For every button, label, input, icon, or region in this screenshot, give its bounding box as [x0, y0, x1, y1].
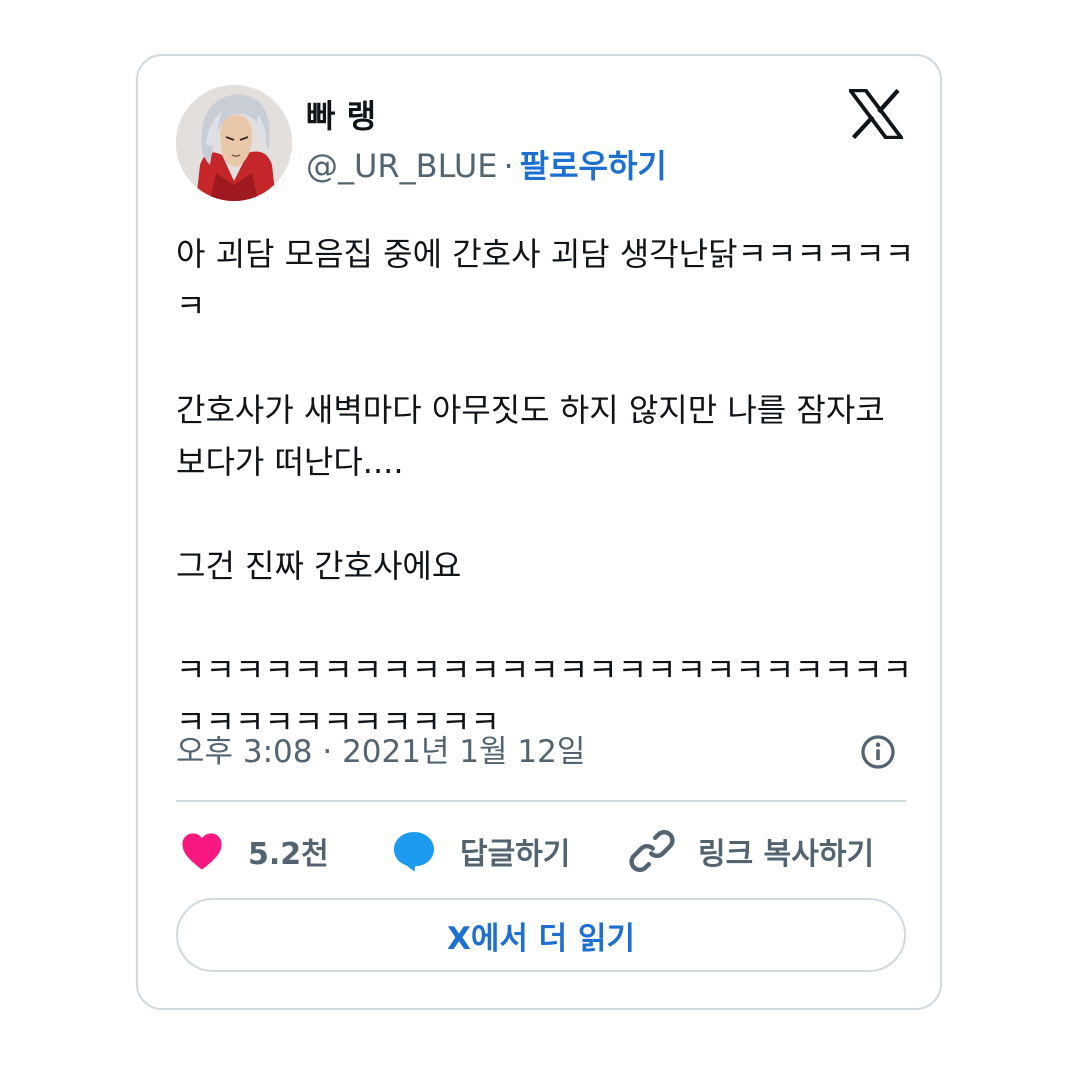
link-icon	[629, 830, 675, 872]
tweet-paragraph-1: 아 괴담 모음집 중에 간호사 괴담 생각난닭ㅋㅋㅋㅋㅋㅋㅋ	[176, 235, 915, 325]
heart-icon	[182, 833, 222, 870]
like-count: 5.2천	[248, 837, 329, 872]
tweet-text: 아 괴담 모음집 중에 간호사 괴담 생각난닭ㅋㅋㅋㅋㅋㅋㅋ 간호사가 새벽마다…	[176, 228, 916, 748]
x-logo-icon[interactable]	[849, 89, 903, 139]
speech-bubble-icon	[394, 832, 434, 872]
copy-link-button[interactable]: 링크 복사하기	[628, 826, 874, 876]
separator-dot: ·	[503, 147, 514, 185]
tweet-paragraph-2: 간호사가 새벽마다 아무짓도 하지 않지만 나를 잠자코 보다가 떠난다....	[176, 391, 895, 481]
info-icon[interactable]	[860, 734, 896, 770]
display-name[interactable]: 빠 랭	[306, 96, 376, 136]
tweet-paragraph-3: 그건 진짜 간호사에요	[176, 547, 462, 585]
tweet-embed-card: 빠 랭 @_UR_BLUE · 팔로우하기 아 괴담 모음집 중에 간호사 괴담 생…	[136, 54, 942, 1010]
like-button[interactable]: 5.2천	[178, 826, 329, 876]
avatar[interactable]	[176, 85, 292, 201]
divider	[176, 800, 906, 802]
avatar-image	[176, 85, 292, 201]
copy-link-label: 링크 복사하기	[698, 837, 875, 872]
reply-button[interactable]: 답글하기	[390, 826, 570, 876]
read-more-button[interactable]: X에서 더 읽기	[176, 898, 906, 972]
tweet-timestamp[interactable]: 오후 3:08 · 2021년 1월 12일	[176, 730, 585, 774]
follow-button[interactable]: 팔로우하기	[520, 147, 667, 185]
reply-label: 답글하기	[460, 837, 571, 872]
handle-row: @_UR_BLUE · 팔로우하기	[306, 146, 667, 186]
user-handle[interactable]: @_UR_BLUE	[306, 147, 497, 185]
